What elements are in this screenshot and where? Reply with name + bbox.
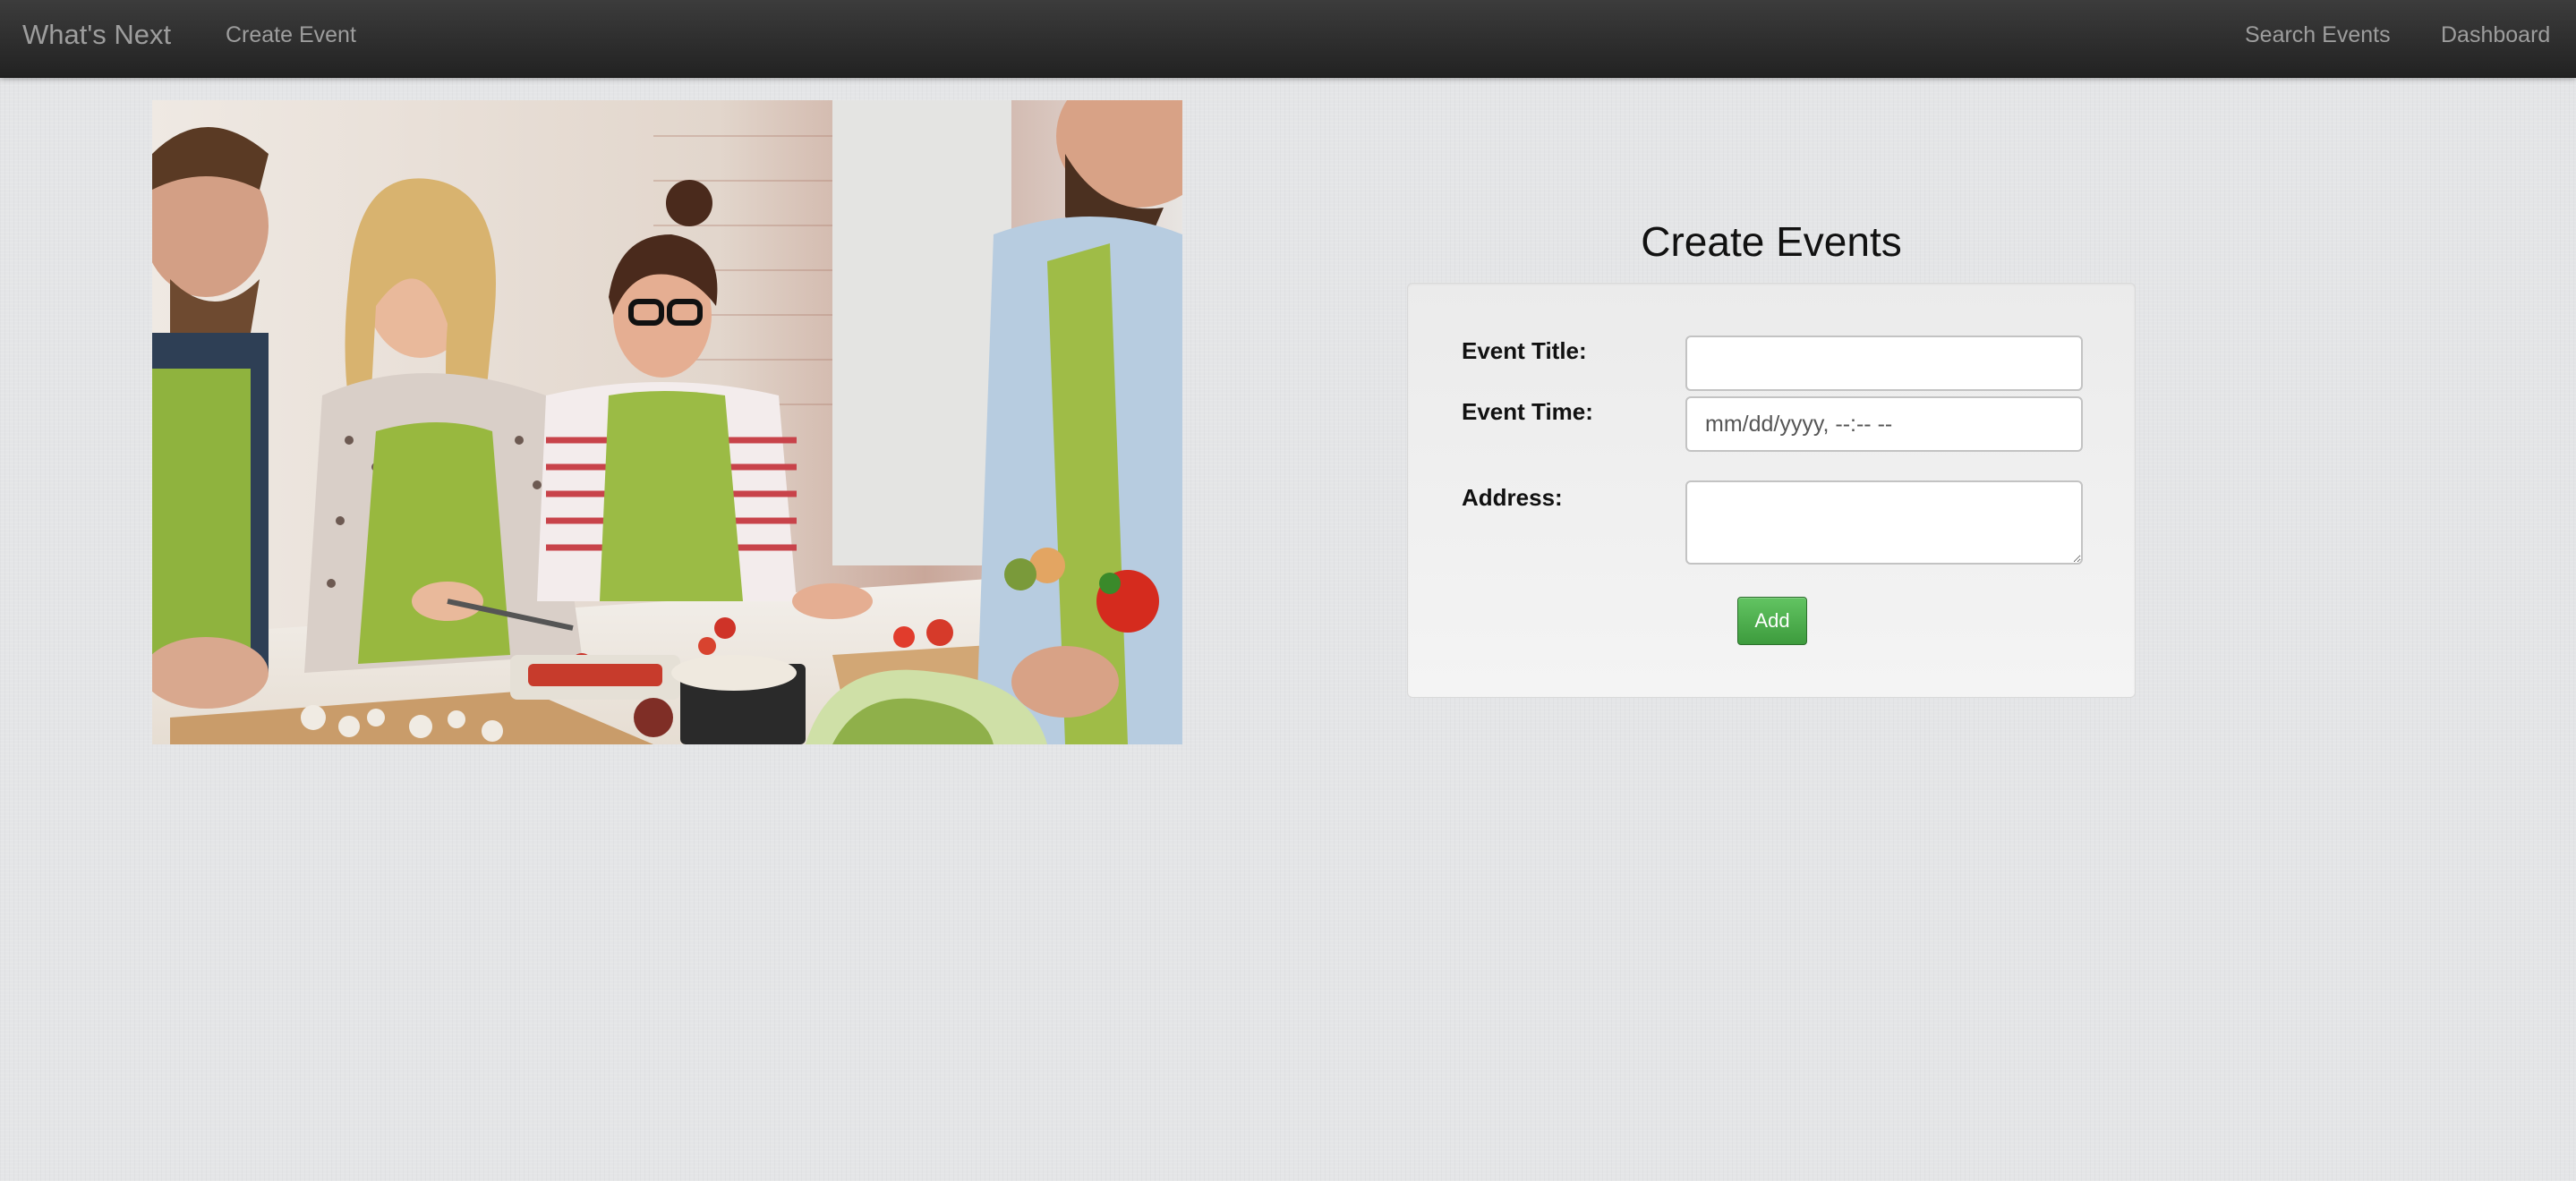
event-title-input[interactable] bbox=[1685, 336, 2083, 391]
create-event-form: Event Title: Event Time: Address: Add bbox=[1407, 283, 2136, 698]
nav-search-events[interactable]: Search Events bbox=[2245, 20, 2391, 50]
page-title: Create Events bbox=[1641, 218, 1902, 265]
event-time-label: Event Time: bbox=[1462, 398, 1593, 425]
address-label: Address: bbox=[1462, 484, 1563, 511]
event-time-input[interactable] bbox=[1685, 396, 2083, 452]
event-title-label: Event Title: bbox=[1462, 337, 1587, 364]
address-textarea[interactable] bbox=[1685, 480, 2083, 565]
add-button[interactable]: Add bbox=[1737, 597, 1807, 645]
top-navbar: What's Next Create Event Search Events D… bbox=[0, 0, 2576, 78]
cooking-photo-illustration bbox=[152, 100, 1182, 744]
brand-link[interactable]: What's Next bbox=[22, 16, 171, 54]
hero-image bbox=[152, 100, 1182, 744]
nav-create-event[interactable]: Create Event bbox=[226, 20, 356, 50]
nav-dashboard[interactable]: Dashboard bbox=[2441, 20, 2550, 50]
